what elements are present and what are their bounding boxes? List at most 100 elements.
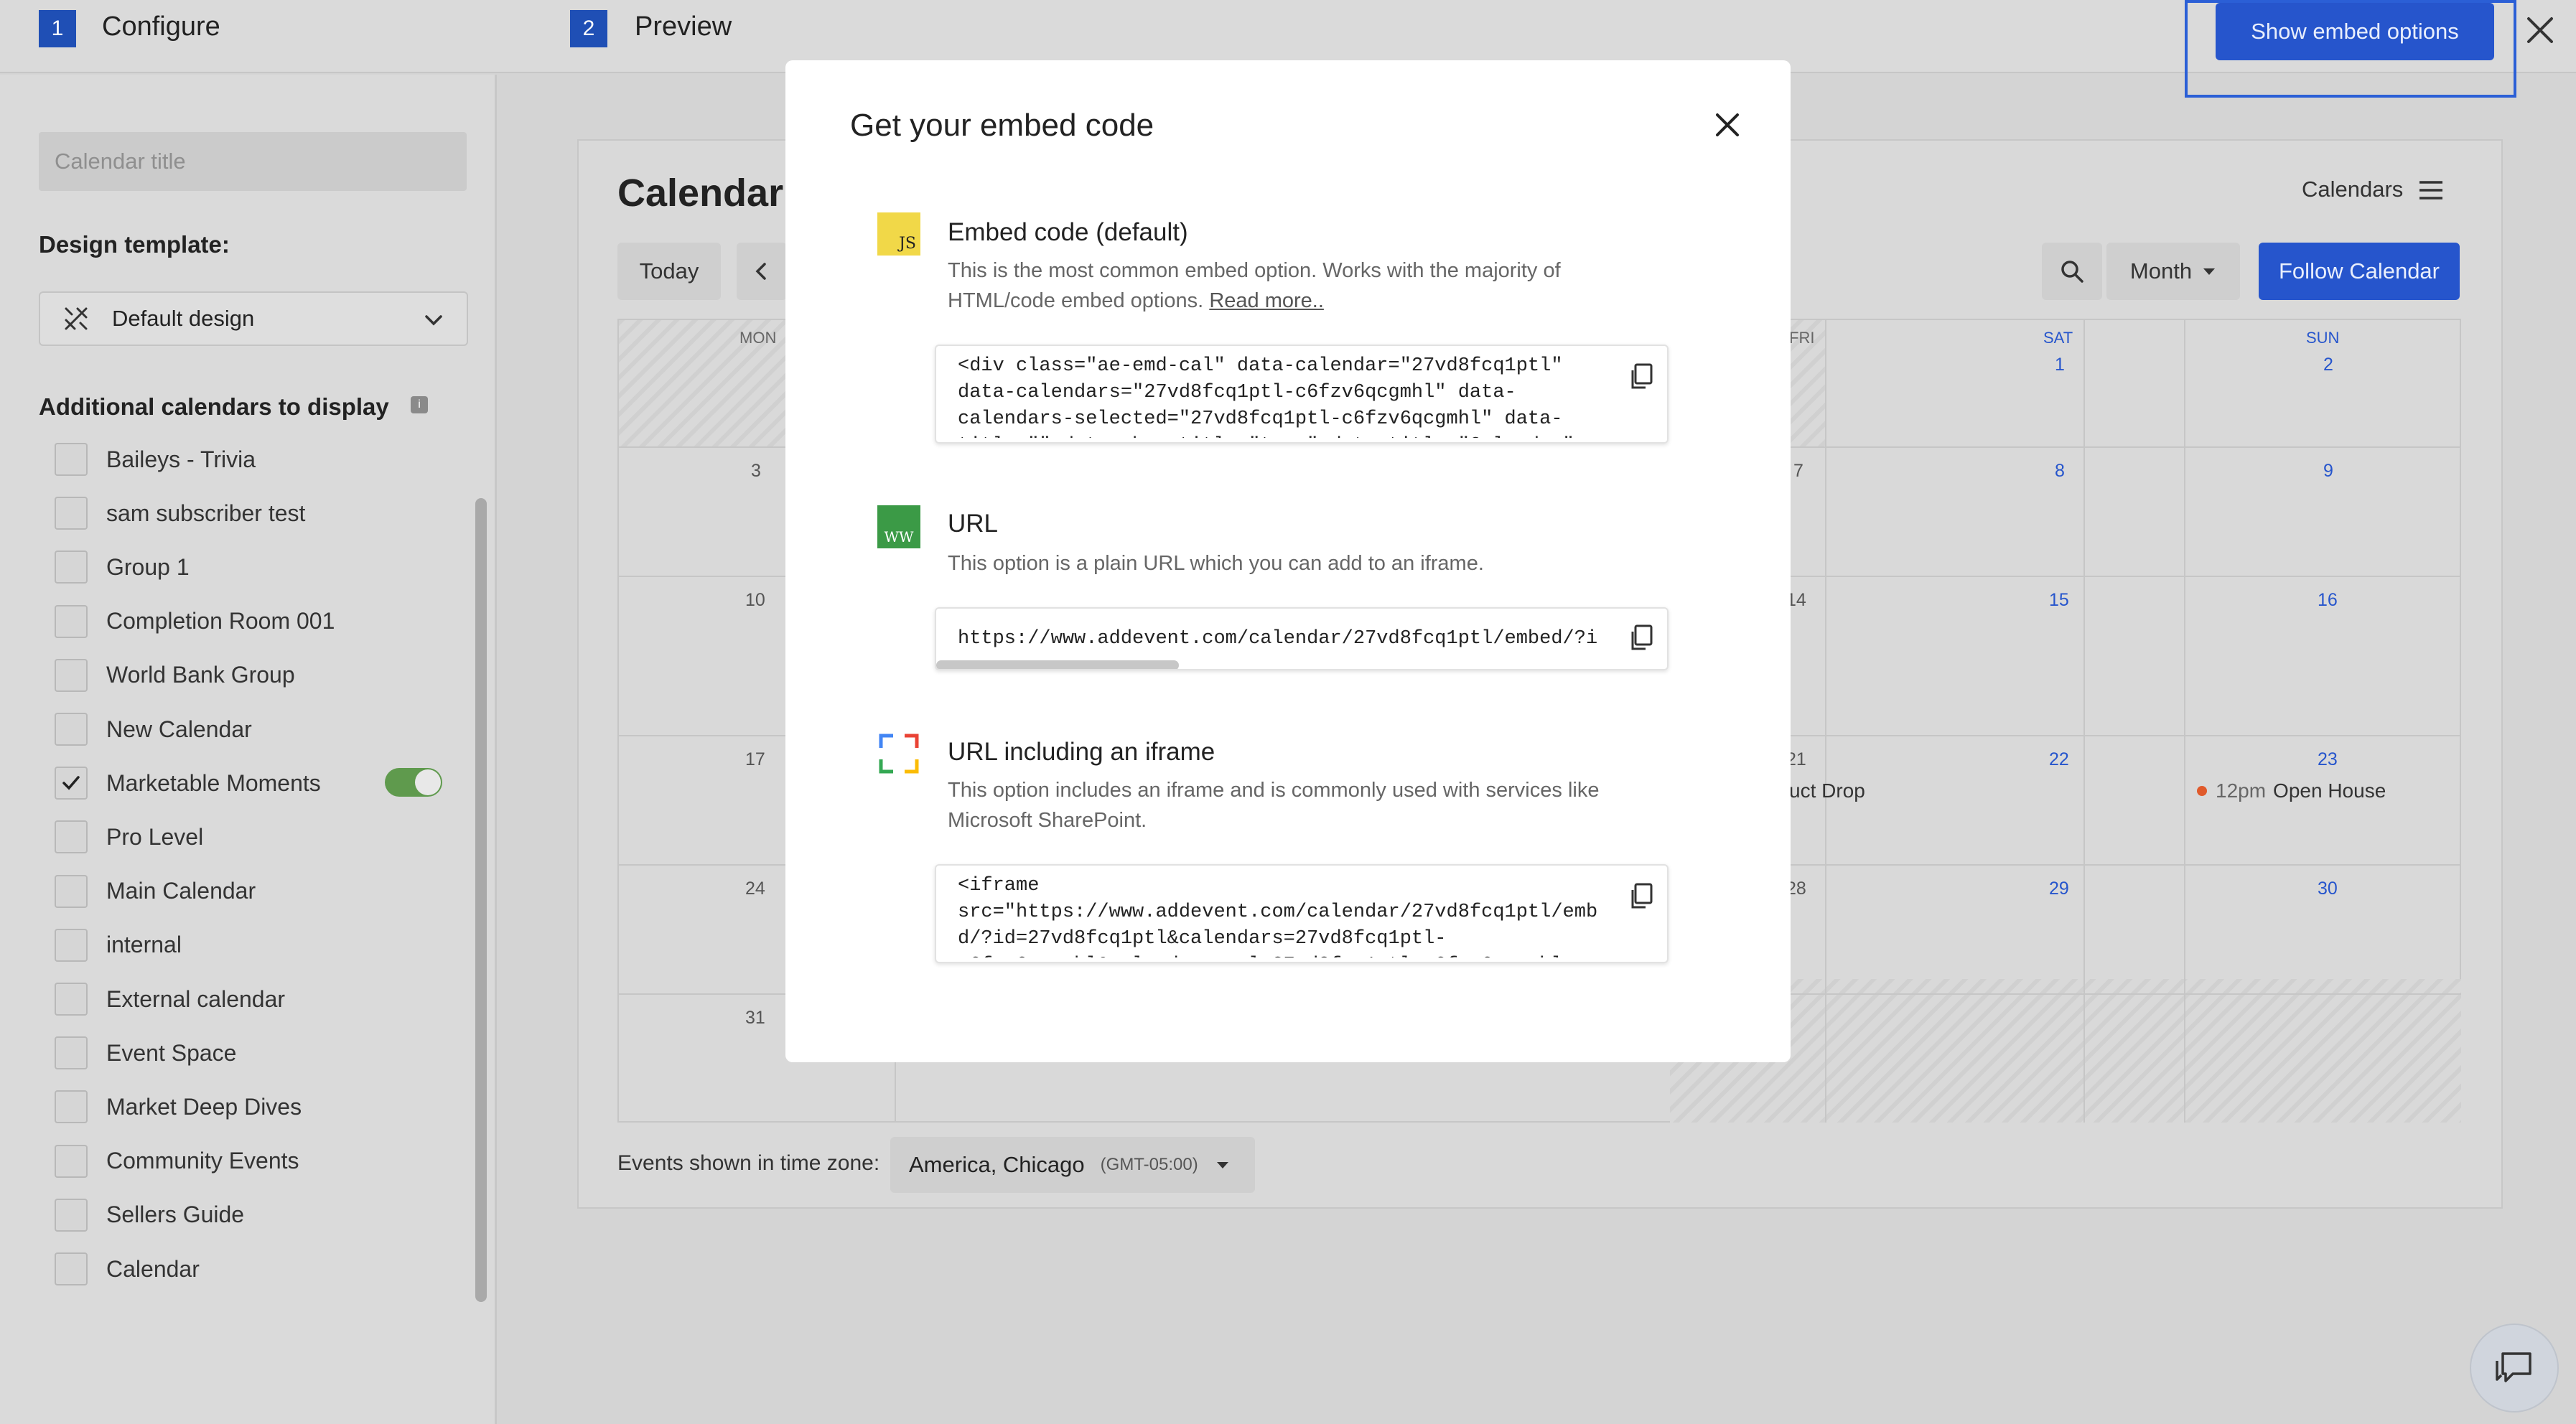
calendar-checkbox-row[interactable]: internal <box>55 925 182 965</box>
design-template-select[interactable]: Default design <box>39 291 468 346</box>
embed-code-description: This is the most common embed option. Wo… <box>948 256 1608 316</box>
event-title[interactable]: uct Drop <box>1789 779 1865 802</box>
checkbox[interactable] <box>55 604 88 638</box>
date-number: 31 <box>745 1008 765 1028</box>
calendar-checkbox-row[interactable]: Group 1 <box>55 547 190 587</box>
calendar-checkbox-row[interactable]: Community Events <box>55 1141 299 1181</box>
timezone-offset: (GMT-05:00) <box>1100 1155 1198 1174</box>
modal-title: Get your embed code <box>850 108 1154 143</box>
url-scrollbar[interactable] <box>936 660 1179 669</box>
checkbox[interactable] <box>55 713 88 746</box>
grid-line <box>1825 320 1826 1123</box>
checkbox[interactable] <box>55 928 88 962</box>
checkbox[interactable] <box>55 820 88 854</box>
additional-calendars-label: Additional calendars to display <box>39 393 389 420</box>
calendar-checkbox-row[interactable]: Main Calendar <box>55 871 256 912</box>
date-number: 3 <box>751 461 761 481</box>
design-template-label: Design template: <box>39 231 230 258</box>
checkbox[interactable] <box>55 983 88 1016</box>
step-2-preview-label[interactable]: Preview <box>635 11 732 42</box>
calendar-checkbox-row[interactable]: Event Space <box>55 1033 236 1073</box>
checkbox-checked[interactable] <box>55 767 88 800</box>
follow-calendar-button[interactable]: Follow Calendar <box>2259 243 2460 300</box>
calendar-checkbox-label: Calendar <box>106 1255 200 1282</box>
step-2-badge: 2 <box>570 10 607 47</box>
search-button[interactable] <box>2042 243 2102 300</box>
date-number: 16 <box>2318 590 2338 610</box>
date-number: 17 <box>745 749 765 769</box>
calendar-checkbox-row[interactable]: Baileys - Trivia <box>55 439 256 479</box>
iframe-code-textarea[interactable]: <iframe src="https://www.addevent.com/ca… <box>935 864 1669 963</box>
timezone-select[interactable]: America, Chicago (GMT-05:00) <box>890 1137 1255 1193</box>
checkbox[interactable] <box>55 443 88 476</box>
checkbox[interactable] <box>55 1090 88 1124</box>
embed-code-textarea[interactable]: <div class="ae-emd-cal" data-calendar="2… <box>935 345 1669 444</box>
calendar-checkbox-row[interactable]: Pro Level <box>55 817 203 857</box>
embed-code-text: <div class="ae-emd-cal" data-calendar="2… <box>958 355 1574 438</box>
url-text: https://www.addevent.com/calendar/27vd8f… <box>958 628 1597 650</box>
date-number: 7 <box>1793 461 1803 481</box>
today-button[interactable]: Today <box>617 243 721 300</box>
info-icon[interactable]: i <box>411 396 428 413</box>
iframe-code-text: <iframe src="https://www.addevent.com/ca… <box>958 875 1597 957</box>
date-number: 9 <box>2323 461 2333 481</box>
calendar-checkbox-label: internal <box>106 932 182 958</box>
calendar-checkbox-row[interactable]: New Calendar <box>55 709 252 749</box>
event-time: 12pm <box>2216 779 2267 802</box>
calendars-menu-label[interactable]: Calendars <box>2302 177 2403 202</box>
calendar-checkbox-row[interactable]: sam subscriber test <box>55 493 305 533</box>
calendar-title-input[interactable]: Calendar title <box>39 132 467 191</box>
checkbox[interactable] <box>55 551 88 584</box>
date-number: 8 <box>2055 461 2065 481</box>
checkbox[interactable] <box>55 1144 88 1178</box>
calendar-checkbox-label: External calendar <box>106 985 286 1012</box>
hamburger-menu-icon[interactable] <box>2417 178 2445 206</box>
close-icon[interactable] <box>2521 11 2559 49</box>
checkbox[interactable] <box>55 1252 88 1285</box>
url-field[interactable]: https://www.addevent.com/calendar/27vd8f… <box>935 607 1669 670</box>
copy-icon[interactable] <box>1625 880 1658 913</box>
calendar-checkbox-row[interactable]: Sellers Guide <box>55 1195 244 1235</box>
sidebar-scrollbar[interactable] <box>475 498 487 1302</box>
calendar-checkbox-label: Baileys - Trivia <box>106 446 256 472</box>
read-more-link[interactable]: Read more.. <box>1209 289 1324 312</box>
iframe-icon <box>879 734 919 774</box>
chat-button[interactable] <box>2470 1324 2559 1413</box>
search-icon <box>2059 258 2085 284</box>
grid-line <box>2083 320 2085 1123</box>
www-icon: WW <box>877 505 920 548</box>
calendar-checkbox-row[interactable]: Marketable Moments <box>55 763 321 803</box>
calendar-checkbox-row[interactable]: Calendar <box>55 1249 200 1289</box>
step-1-configure-label[interactable]: Configure <box>102 11 220 42</box>
url-title: URL <box>948 510 999 538</box>
marketable-moments-toggle[interactable] <box>385 768 442 797</box>
calendar-checkbox-label: Main Calendar <box>106 878 256 904</box>
modal-close-icon[interactable] <box>1712 109 1743 141</box>
embed-code-title: Embed code (default) <box>948 218 1188 246</box>
checkbox[interactable] <box>55 874 88 908</box>
view-select[interactable]: Month <box>2106 243 2240 300</box>
day-header-sun: SUN <box>2306 329 2340 347</box>
checkbox[interactable] <box>55 1036 88 1070</box>
url-description: This option is a plain URL which you can… <box>948 552 1484 575</box>
calendar-checkbox-row[interactable]: World Bank Group <box>55 655 295 695</box>
view-select-value: Month <box>2129 258 2193 284</box>
calendar-checkbox-label: Marketable Moments <box>106 769 321 796</box>
timezone-value: America, Chicago <box>909 1152 1085 1177</box>
checkbox[interactable] <box>55 658 88 692</box>
calendar-checkbox-row[interactable]: Market Deep Dives <box>55 1087 302 1127</box>
event-open-house[interactable]: 12pm Open House <box>2197 779 2386 802</box>
date-number: 30 <box>2318 879 2338 899</box>
checkbox[interactable] <box>55 1198 88 1232</box>
checkbox[interactable] <box>55 497 88 530</box>
calendar-checkbox-row[interactable]: Completion Room 001 <box>55 601 335 642</box>
prev-month-button[interactable] <box>737 243 787 300</box>
checkmark-icon <box>62 776 80 790</box>
copy-icon[interactable] <box>1625 360 1658 393</box>
date-number: 22 <box>2049 749 2069 769</box>
calendar-checkbox-label: Community Events <box>106 1148 299 1174</box>
iframe-description: This option includes an iframe and is co… <box>948 779 1600 832</box>
copy-icon[interactable] <box>1625 622 1658 655</box>
design-template-icon <box>62 304 90 333</box>
calendar-checkbox-row[interactable]: External calendar <box>55 979 285 1019</box>
